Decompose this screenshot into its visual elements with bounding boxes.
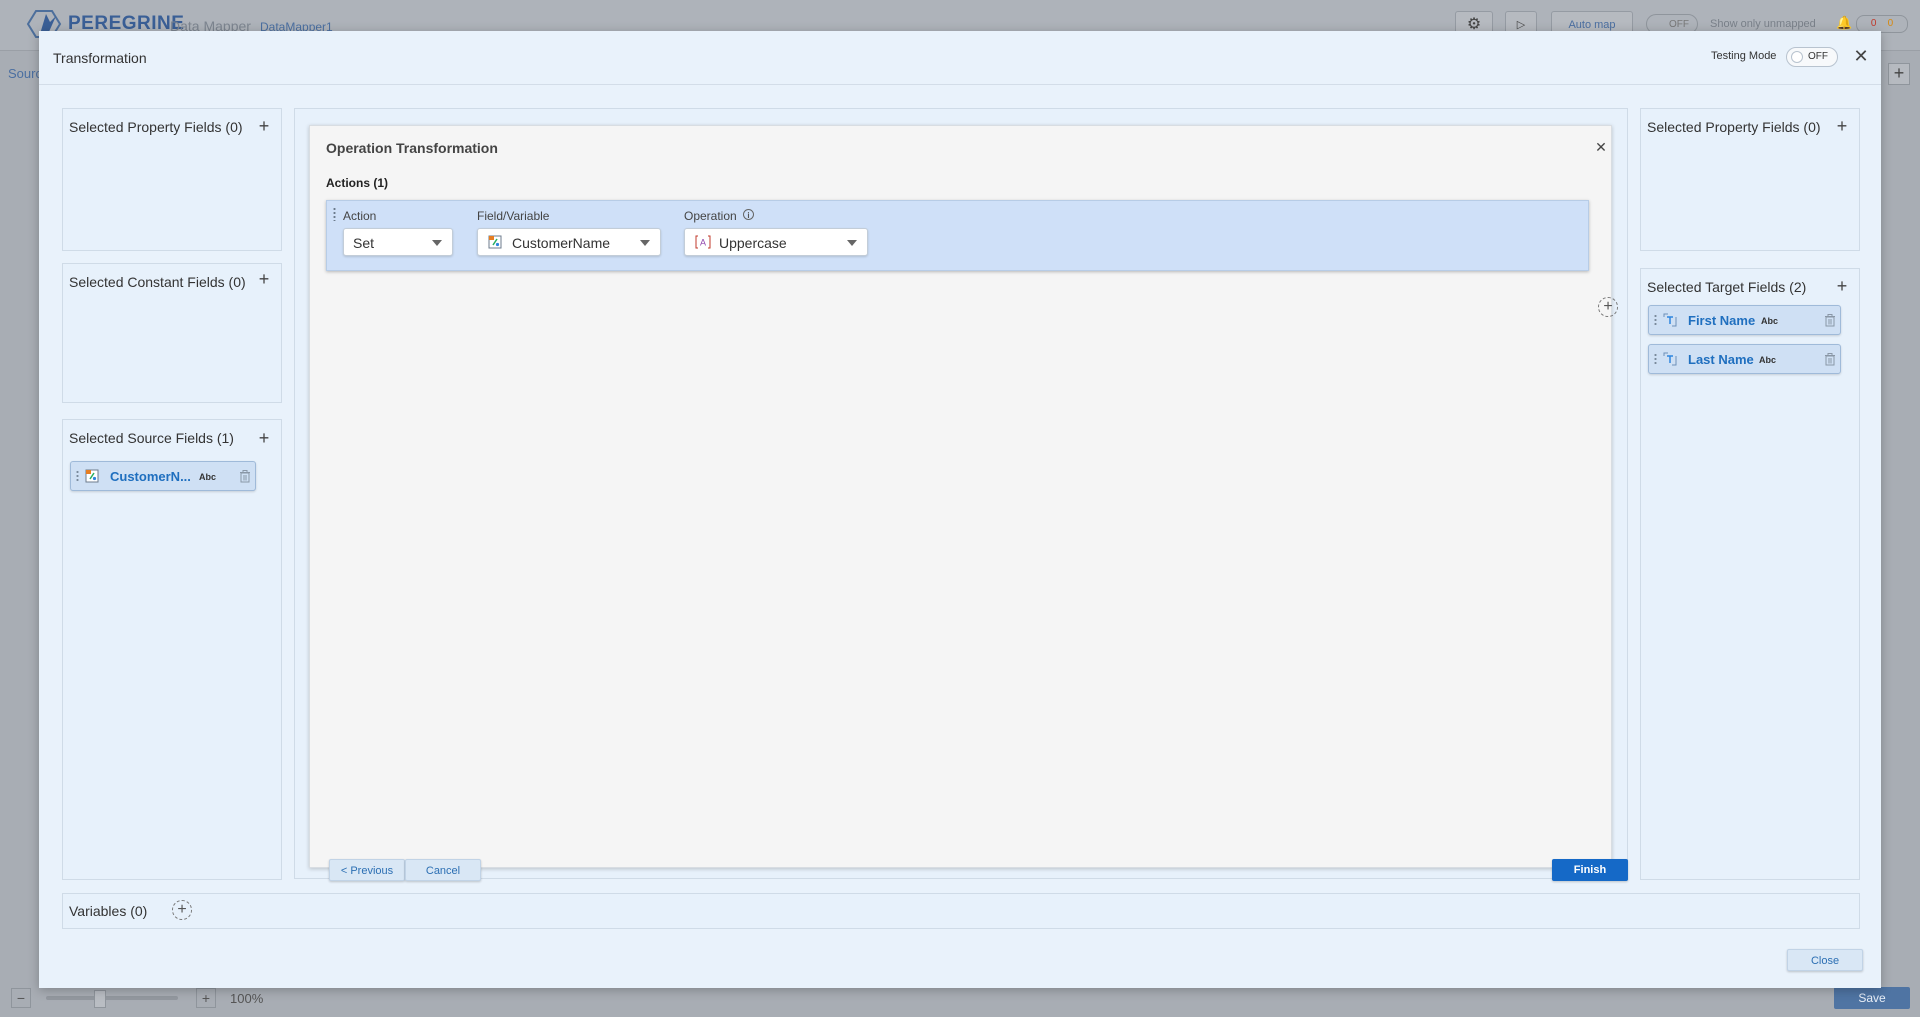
action-value: Set bbox=[353, 235, 375, 251]
add-property-field-button[interactable]: + bbox=[256, 117, 272, 135]
trash-icon[interactable] bbox=[1824, 353, 1836, 366]
right-property-fields-panel: Selected Property Fields (0) + bbox=[1640, 108, 1860, 251]
target-field-chip[interactable]: First Name Abc bbox=[1648, 305, 1841, 335]
add-source-field-button[interactable]: + bbox=[256, 429, 272, 447]
close-icon: ✕ bbox=[1853, 46, 1869, 66]
action-select[interactable]: Set bbox=[343, 228, 453, 256]
modal-title: Transformation bbox=[53, 50, 147, 66]
variables-title: Variables (0) bbox=[69, 903, 148, 919]
text-field-icon bbox=[1663, 352, 1677, 366]
save-button[interactable]: Save bbox=[1834, 987, 1910, 1009]
target-field-chip[interactable]: Last Name Abc bbox=[1648, 344, 1841, 374]
target-field-label: Last Name bbox=[1688, 352, 1754, 367]
operation-close-button[interactable]: ✕ bbox=[1594, 140, 1608, 154]
text-field-icon bbox=[1663, 313, 1677, 327]
transformation-modal: Transformation Testing Mode OFF ✕ Select… bbox=[39, 31, 1881, 988]
zoom-slider-handle[interactable] bbox=[94, 990, 106, 1008]
drag-handle-icon[interactable] bbox=[333, 207, 336, 221]
action-row: Action Set Field/Variable CustomerName O… bbox=[326, 200, 1589, 271]
source-fields-panel: Selected Source Fields (1) + CustomerN..… bbox=[62, 419, 282, 880]
testing-mode-label: Testing Mode bbox=[1711, 50, 1777, 62]
add-property-field-button[interactable]: + bbox=[1834, 117, 1850, 135]
variables-panel: Variables (0) + bbox=[62, 893, 1860, 929]
zoom-in-button[interactable]: + bbox=[196, 988, 216, 1008]
actions-title: Actions (1) bbox=[326, 176, 389, 190]
chevron-down-icon bbox=[640, 240, 650, 246]
zoom-level: 100% bbox=[230, 991, 264, 1006]
drag-handle-icon[interactable] bbox=[76, 470, 79, 482]
operation-transformation-card: Operation Transformation ✕ Actions (1) A… bbox=[309, 125, 1628, 881]
zoom-slider-track[interactable] bbox=[46, 996, 178, 1000]
operation-select[interactable]: A Uppercase bbox=[684, 228, 868, 256]
show-unmapped-label: Show only unmapped bbox=[1710, 18, 1816, 30]
panel-title: Selected Source Fields (1) bbox=[69, 430, 234, 446]
left-property-fields-panel: Selected Property Fields (0) + bbox=[62, 108, 282, 251]
trash-icon[interactable] bbox=[239, 470, 251, 483]
testing-mode-state: OFF bbox=[1808, 51, 1828, 62]
bell-icon[interactable]: 🔔 bbox=[1836, 15, 1852, 31]
app-footer bbox=[0, 985, 1920, 1017]
finish-button[interactable]: Finish bbox=[1552, 859, 1628, 881]
trash-icon[interactable] bbox=[1824, 314, 1836, 327]
field-type-badge: Abc bbox=[1759, 355, 1777, 365]
panel-title: Selected Property Fields (0) bbox=[69, 119, 243, 135]
source-tab[interactable]: Sourc bbox=[8, 66, 42, 81]
source-field-chip[interactable]: CustomerN... Abc bbox=[70, 461, 256, 491]
panel-title: Selected Target Fields (2) bbox=[1647, 279, 1807, 295]
close-button[interactable]: Close bbox=[1787, 949, 1863, 971]
drag-handle-icon[interactable] bbox=[1654, 353, 1657, 365]
target-fields-panel: Selected Target Fields (2) + First Name … bbox=[1640, 268, 1860, 880]
svg-text:A: A bbox=[700, 238, 706, 248]
uppercase-icon: A bbox=[695, 235, 711, 249]
panel-title: Selected Property Fields (0) bbox=[1647, 119, 1821, 135]
field-variable-label: Field/Variable bbox=[477, 209, 550, 223]
field-type-badge: Abc bbox=[1761, 316, 1779, 326]
panel-title: Selected Constant Fields (0) bbox=[69, 274, 246, 290]
field-variable-value: CustomerName bbox=[512, 235, 611, 251]
string-field-icon bbox=[85, 469, 99, 483]
play-icon: ▷ bbox=[1516, 19, 1526, 31]
operation-value: Uppercase bbox=[719, 235, 787, 251]
cancel-button[interactable]: Cancel bbox=[405, 859, 481, 881]
zoom-out-button[interactable]: − bbox=[11, 988, 31, 1008]
info-icon[interactable]: i bbox=[743, 209, 754, 220]
add-panel-button[interactable]: + bbox=[1888, 63, 1910, 85]
previous-button[interactable]: < Previous bbox=[329, 859, 405, 881]
operation-title: Operation Transformation bbox=[326, 140, 498, 156]
chevron-down-icon bbox=[847, 240, 857, 246]
action-label: Action bbox=[343, 209, 377, 223]
modal-close-button[interactable]: ✕ bbox=[1851, 46, 1871, 66]
constant-fields-panel: Selected Constant Fields (0) + bbox=[62, 263, 282, 403]
add-action-button[interactable]: + bbox=[1598, 297, 1618, 317]
chevron-down-icon bbox=[432, 240, 442, 246]
testing-mode-toggle[interactable]: OFF bbox=[1786, 47, 1838, 67]
operation-label: Operation bbox=[684, 209, 737, 223]
target-field-label: First Name bbox=[1688, 313, 1756, 328]
warning-count: 0 bbox=[1887, 18, 1894, 29]
field-type-badge: Abc bbox=[199, 472, 217, 482]
drag-handle-icon[interactable] bbox=[1654, 314, 1657, 326]
field-variable-select[interactable]: CustomerName bbox=[477, 228, 661, 256]
modal-header: Transformation Testing Mode OFF ✕ bbox=[39, 31, 1881, 85]
string-field-icon bbox=[488, 235, 502, 249]
add-target-field-button[interactable]: + bbox=[1834, 277, 1850, 295]
source-field-label: CustomerN... bbox=[110, 469, 191, 484]
error-count: 0 bbox=[1870, 18, 1877, 29]
add-constant-field-button[interactable]: + bbox=[256, 270, 272, 288]
add-variable-button[interactable]: + bbox=[172, 900, 192, 920]
toggle-knob bbox=[1791, 51, 1803, 63]
